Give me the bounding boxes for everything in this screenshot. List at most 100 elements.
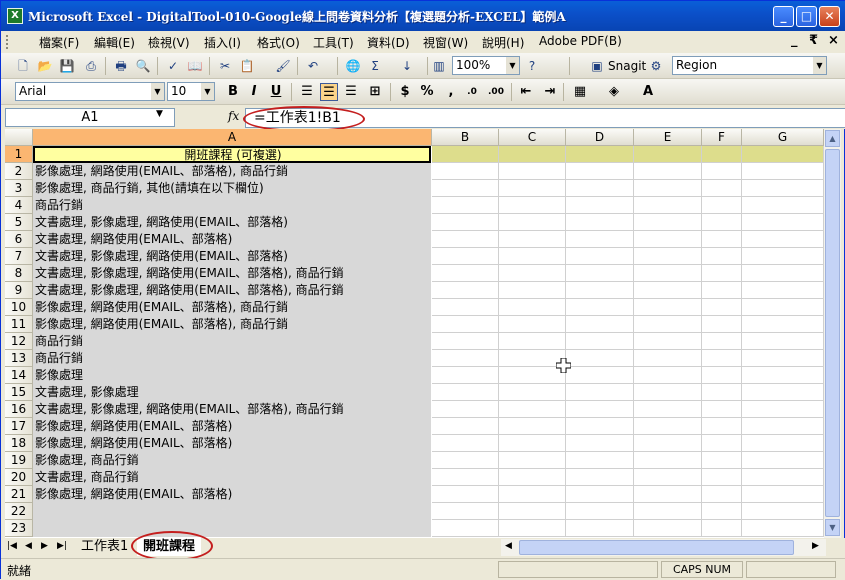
table-cell[interactable] [566,367,634,384]
table-cell[interactable] [634,401,702,418]
row-header[interactable]: 17 [5,418,33,435]
autosum-icon[interactable]: Σ [367,58,383,74]
print-icon[interactable]: 🖶 [113,58,129,74]
table-cell[interactable] [634,435,702,452]
table-cell[interactable] [742,197,824,214]
table-cell[interactable] [432,469,499,486]
name-box[interactable]: A1 [5,108,175,127]
row-header[interactable]: 20 [5,469,33,486]
scroll-down-icon[interactable]: ▼ [825,519,840,536]
cut-icon[interactable]: ✂ [217,58,233,74]
table-cell[interactable] [634,316,702,333]
table-cell[interactable] [742,248,824,265]
table-cell[interactable] [432,435,499,452]
table-cell[interactable] [702,469,742,486]
row-header[interactable]: 8 [5,265,33,282]
table-cell[interactable] [432,299,499,316]
table-cell[interactable] [499,469,566,486]
table-cell[interactable] [702,418,742,435]
table-cell[interactable] [742,401,824,418]
row-header[interactable]: 18 [5,435,33,452]
menu-window[interactable]: 視窗(W) [423,34,468,51]
table-cell[interactable] [566,214,634,231]
row-header[interactable]: 19 [5,452,33,469]
scroll-right-icon[interactable]: ▶ [812,541,819,551]
cell-a[interactable]: 影像處理, 網路使用(EMAIL、部落格) [33,435,431,452]
align-left-icon[interactable]: ☰ [298,83,316,101]
borders-icon[interactable]: ▦ [571,83,589,101]
table-cell[interactable] [566,316,634,333]
table-cell[interactable] [742,350,824,367]
cell-a[interactable]: 商品行銷 [33,350,431,367]
decrease-decimal-icon[interactable]: .00 [487,83,505,101]
table-cell[interactable] [566,197,634,214]
table-cell[interactable] [432,384,499,401]
spelling-icon[interactable]: ✓ [165,58,181,74]
table-cell[interactable] [499,333,566,350]
table-cell[interactable] [742,435,824,452]
scroll-up-icon[interactable]: ▲ [825,130,840,147]
table-cell[interactable] [634,520,702,537]
excel-icon[interactable]: X [7,8,23,24]
table-cell[interactable] [432,231,499,248]
table-cell[interactable] [742,316,824,333]
row-header[interactable]: 7 [5,248,33,265]
cell-a[interactable]: 影像處理 [33,367,431,384]
sheet-tab-2[interactable]: 開班課程 [137,538,202,556]
table-cell[interactable] [702,231,742,248]
table-cell[interactable] [566,503,634,520]
table-cell[interactable] [566,146,634,163]
menu-adobe-pdf[interactable]: Adobe PDF(B) [539,34,622,48]
table-cell[interactable] [634,486,702,503]
hyperlink-icon[interactable]: 🌐 [345,58,361,74]
table-cell[interactable] [432,163,499,180]
menu-data[interactable]: 資料(D) [367,34,410,51]
formula-input[interactable]: =工作表1!B1 [245,108,845,128]
chevron-down-icon[interactable]: ▼ [201,83,214,100]
table-cell[interactable] [742,384,824,401]
cell-a[interactable]: 文書處理, 商品行銷 [33,469,431,486]
table-cell[interactable] [634,146,702,163]
table-cell[interactable] [432,180,499,197]
table-cell[interactable] [499,384,566,401]
table-cell[interactable] [634,350,702,367]
table-cell[interactable] [634,503,702,520]
table-cell[interactable] [432,418,499,435]
minimize-button[interactable]: _ [773,6,794,27]
table-cell[interactable] [634,180,702,197]
table-cell[interactable] [742,333,824,350]
table-cell[interactable] [702,503,742,520]
research-icon[interactable]: 📖 [187,58,203,74]
menu-format[interactable]: 格式(O) [257,34,300,51]
cell-a[interactable]: 文書處理, 網路使用(EMAIL、部落格) [33,231,431,248]
table-cell[interactable] [742,503,824,520]
table-cell[interactable] [702,401,742,418]
table-cell[interactable] [634,469,702,486]
cell-a[interactable]: 文書處理, 影像處理, 網路使用(EMAIL、部落格), 商品行銷 [33,282,431,299]
table-cell[interactable] [432,452,499,469]
toolbar-grip[interactable] [6,35,10,49]
table-cell[interactable] [432,197,499,214]
row-header[interactable]: 16 [5,401,33,418]
row-header[interactable]: 21 [5,486,33,503]
increase-decimal-icon[interactable]: .0 [463,83,481,101]
sheet-tab-1[interactable]: 工作表1 [75,538,134,556]
table-cell[interactable] [499,248,566,265]
select-all-corner[interactable] [5,129,33,146]
table-cell[interactable] [566,265,634,282]
table-cell[interactable] [432,316,499,333]
table-cell[interactable] [634,384,702,401]
chevron-down-icon[interactable]: ▼ [506,57,519,74]
row-header[interactable]: 9 [5,282,33,299]
cell-a[interactable]: 商品行銷 [33,333,431,350]
column-header-g[interactable]: G [742,129,824,146]
cell-a[interactable]: 商品行銷 [33,197,431,214]
table-cell[interactable] [432,520,499,537]
table-cell[interactable] [742,469,824,486]
row-header[interactable]: 22 [5,503,33,520]
print-preview-icon[interactable]: 🔍 [135,58,151,74]
row-header[interactable]: 15 [5,384,33,401]
table-cell[interactable] [634,163,702,180]
table-cell[interactable] [702,248,742,265]
row-header[interactable]: 23 [5,520,33,537]
